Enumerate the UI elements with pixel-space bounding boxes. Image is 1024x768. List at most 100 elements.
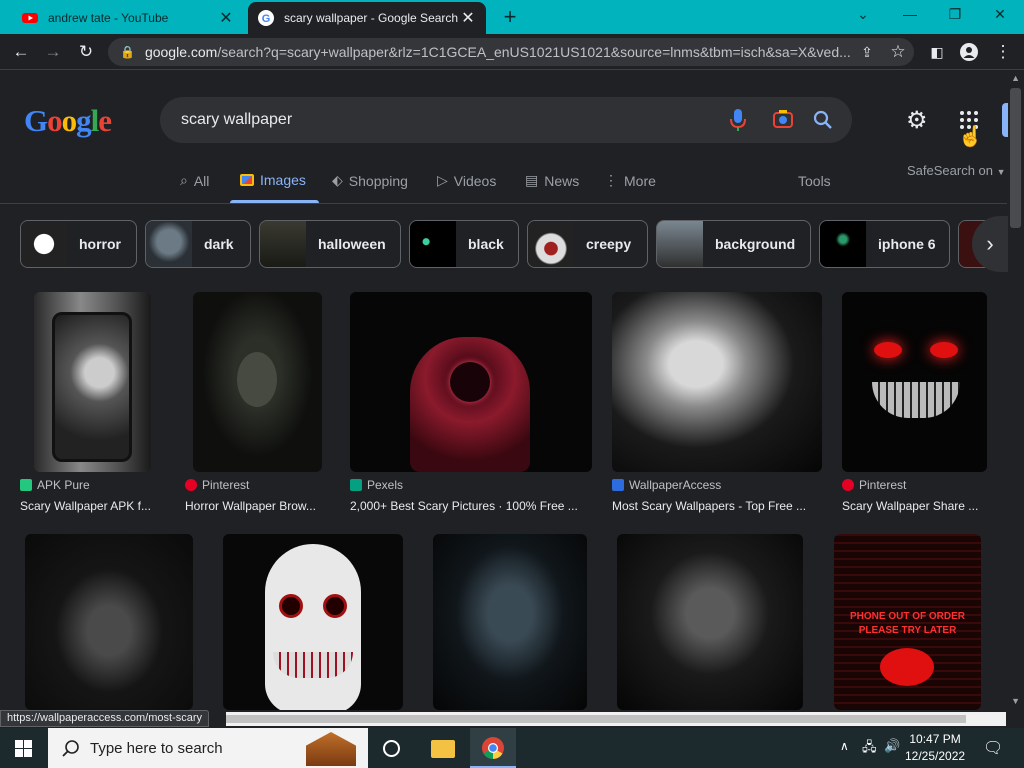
file-explorer-icon[interactable] bbox=[431, 740, 455, 758]
result-caption[interactable]: Horror Wallpaper Brow... bbox=[185, 499, 330, 513]
result-caption[interactable]: 2,000+ Best Scary Pictures · 100% Free .… bbox=[350, 499, 595, 513]
system-clock[interactable]: 10:47 PM 12/25/2022 bbox=[905, 731, 965, 765]
scrollbar-thumb[interactable] bbox=[226, 715, 966, 723]
apkpure-icon bbox=[20, 479, 32, 491]
result-source[interactable]: Pexels bbox=[350, 478, 403, 492]
search-icon[interactable] bbox=[813, 110, 833, 130]
wallpaperaccess-icon bbox=[612, 479, 624, 491]
result-image[interactable] bbox=[612, 292, 822, 472]
result-caption[interactable]: Scary Wallpaper APK f... bbox=[20, 499, 165, 513]
result-source[interactable]: WallpaperAccess bbox=[612, 478, 721, 492]
task-view-icon[interactable] bbox=[383, 740, 400, 757]
forward-button[interactable]: → bbox=[42, 41, 64, 63]
image-text: PHONE OUT OF ORDER bbox=[849, 611, 965, 622]
tab-news[interactable]: ▤ News bbox=[525, 172, 579, 189]
url-domain: google.com bbox=[144, 44, 218, 60]
windows-start-icon[interactable] bbox=[15, 740, 32, 757]
tab-google-search[interactable]: G scary wallpaper - Google Search ✕ bbox=[248, 2, 486, 34]
chip-thumbnail bbox=[410, 221, 456, 267]
result-image[interactable]: PHONE OUT OF ORDER PLEASE TRY LATER bbox=[834, 534, 981, 710]
result-image[interactable] bbox=[617, 534, 803, 710]
chip-thumbnail bbox=[146, 221, 192, 267]
result-image[interactable] bbox=[193, 292, 322, 472]
result-source[interactable]: APK Pure bbox=[20, 478, 90, 492]
taskbar-search[interactable]: Type here to search bbox=[48, 728, 368, 768]
camera-lens-icon[interactable] bbox=[772, 108, 794, 130]
chip-thumbnail bbox=[528, 221, 574, 267]
status-url: https://wallpaperaccess.com/most-scary bbox=[0, 710, 210, 727]
tab-videos[interactable]: ▷ Videos bbox=[437, 172, 496, 189]
safesearch-dropdown[interactable]: SafeSearch on ▼ bbox=[907, 163, 1006, 178]
result-image[interactable] bbox=[34, 292, 151, 472]
chip-iphone-6[interactable]: iphone 6 bbox=[819, 220, 950, 268]
chrome-taskbar-button[interactable] bbox=[470, 728, 516, 768]
result-image[interactable] bbox=[350, 292, 592, 472]
volume-icon[interactable]: 🔊 bbox=[884, 738, 900, 754]
chip-thumbnail bbox=[21, 221, 67, 267]
tab-search-icon[interactable]: ⌄ bbox=[851, 6, 875, 23]
more-dots-icon: ⋮ bbox=[604, 172, 618, 188]
tools-button[interactable]: Tools bbox=[798, 173, 831, 189]
side-panel-icon[interactable]: ◧ bbox=[926, 41, 948, 63]
image-icon bbox=[240, 174, 254, 186]
news-icon: ▤ bbox=[525, 172, 539, 188]
tab-all[interactable]: ⌕ All bbox=[180, 172, 209, 189]
result-caption[interactable]: Most Scary Wallpapers - Top Free ... bbox=[612, 499, 822, 513]
browser-toolbar: ← → ↻ 🔒 google.com/search?q=scary+wallpa… bbox=[0, 34, 1024, 70]
search-input[interactable]: scary wallpaper bbox=[181, 111, 292, 129]
result-image[interactable] bbox=[433, 534, 587, 710]
tab-more[interactable]: ⋮ More bbox=[604, 172, 656, 189]
chip-background[interactable]: background bbox=[656, 220, 811, 268]
close-tab-icon[interactable]: ✕ bbox=[460, 8, 476, 28]
chevron-up-icon[interactable]: ∧ bbox=[840, 739, 849, 753]
menu-icon[interactable]: ⋮ bbox=[992, 41, 1014, 63]
new-tab-button[interactable]: + bbox=[498, 4, 522, 30]
result-image[interactable] bbox=[223, 534, 403, 710]
result-source[interactable]: Pinterest bbox=[842, 478, 906, 492]
scroll-up-icon[interactable]: ▲ bbox=[1011, 73, 1020, 83]
title-bar: andrew tate - YouTube ✕ G scary wallpape… bbox=[0, 0, 1024, 34]
tab-shopping[interactable]: ⬖ Shopping bbox=[332, 172, 408, 189]
result-image[interactable] bbox=[842, 292, 987, 472]
notification-icon[interactable]: 🗨 bbox=[983, 738, 1003, 758]
chip-halloween[interactable]: halloween bbox=[259, 220, 401, 268]
share-icon[interactable]: ⇪ bbox=[856, 41, 878, 63]
google-logo[interactable]: Google bbox=[24, 103, 112, 139]
profile-icon[interactable] bbox=[958, 41, 980, 63]
close-window-button[interactable]: ✕ bbox=[988, 6, 1012, 23]
tab-images[interactable]: Images bbox=[240, 172, 306, 188]
chrome-icon bbox=[482, 737, 504, 759]
result-caption[interactable]: Scary Wallpaper Share ... bbox=[842, 499, 992, 513]
chip-dark[interactable]: dark bbox=[145, 220, 251, 268]
scroll-down-icon[interactable]: ▼ bbox=[1011, 696, 1020, 706]
chip-horror[interactable]: horror bbox=[20, 220, 137, 268]
tab-youtube[interactable]: andrew tate - YouTube ✕ bbox=[12, 2, 244, 34]
sign-in-button[interactable] bbox=[1002, 103, 1008, 137]
chip-thumbnail bbox=[657, 221, 703, 267]
scrollbar-thumb[interactable] bbox=[1010, 88, 1021, 228]
bookmark-star-icon[interactable]: ☆ bbox=[887, 41, 909, 63]
result-source[interactable]: Pinterest bbox=[185, 478, 249, 492]
settings-gear-icon[interactable]: ⚙ bbox=[906, 106, 928, 135]
search-box[interactable]: scary wallpaper bbox=[160, 97, 852, 143]
microphone-icon[interactable] bbox=[730, 108, 746, 132]
dropdown-arrow-icon: ▼ bbox=[996, 167, 1006, 177]
back-button[interactable]: ← bbox=[10, 41, 32, 63]
address-bar[interactable]: 🔒 google.com/search?q=scary+wallpaper&rl… bbox=[108, 38, 914, 66]
chip-creepy[interactable]: creepy bbox=[527, 220, 648, 268]
hand-cursor-icon: ☝ bbox=[958, 126, 983, 148]
pexels-icon bbox=[350, 479, 362, 491]
chip-thumbnail bbox=[260, 221, 306, 267]
reload-button[interactable]: ↻ bbox=[75, 41, 97, 63]
search-icon: ⌕ bbox=[180, 172, 188, 188]
restore-button[interactable]: ❐ bbox=[943, 6, 967, 23]
chip-thumbnail bbox=[820, 221, 866, 267]
close-tab-icon[interactable]: ✕ bbox=[218, 8, 234, 28]
result-image[interactable] bbox=[25, 534, 193, 710]
horizontal-scrollbar[interactable] bbox=[226, 712, 1006, 726]
taskbar-search-placeholder: Type here to search bbox=[90, 739, 223, 757]
network-icon[interactable]: 🖧 bbox=[862, 738, 877, 760]
chip-black[interactable]: black bbox=[409, 220, 519, 268]
minimize-button[interactable]: — bbox=[898, 6, 922, 22]
url-path: /search?q=scary+wallpaper&rlz=1C1GCEA_en… bbox=[217, 44, 851, 60]
